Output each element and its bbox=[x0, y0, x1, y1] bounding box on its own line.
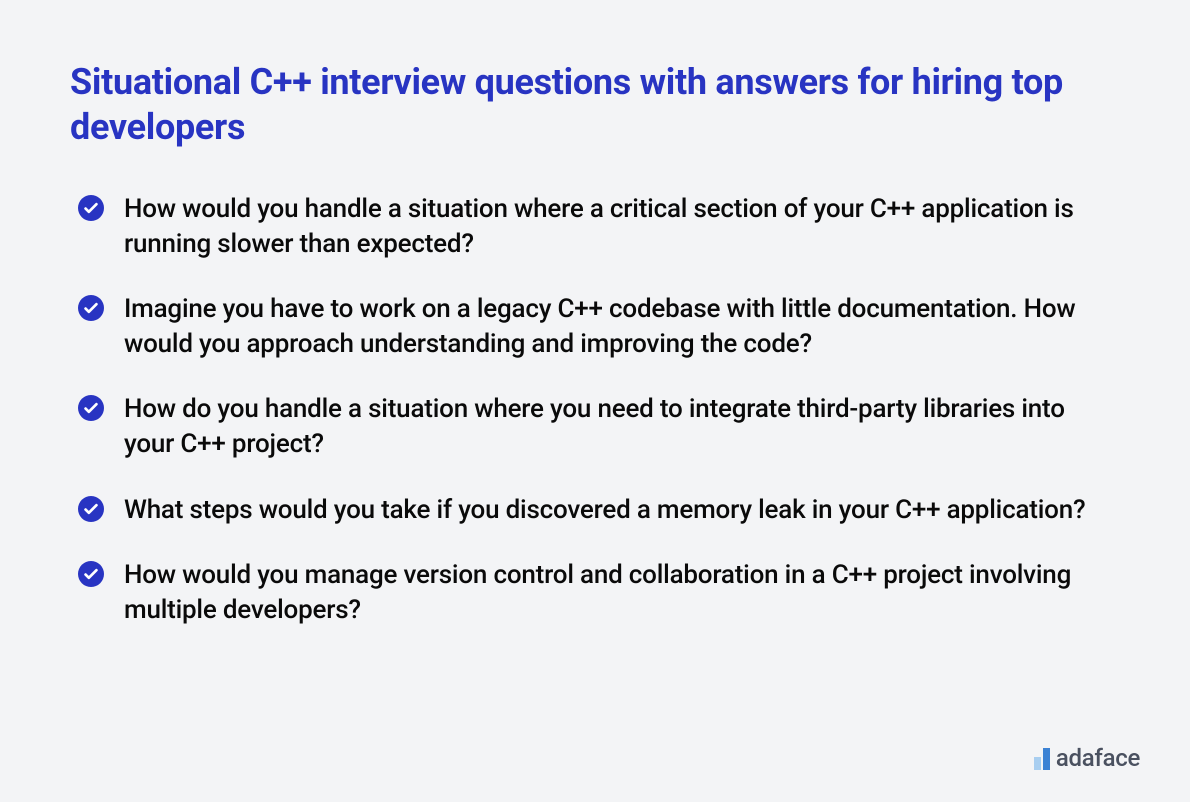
brand-logo: adaface bbox=[1034, 746, 1140, 770]
check-circle-icon bbox=[78, 561, 104, 587]
check-circle-icon bbox=[78, 295, 104, 321]
list-item: How would you manage version control and… bbox=[78, 558, 1120, 628]
list-item: What steps would you take if you discove… bbox=[78, 493, 1120, 528]
check-circle-icon bbox=[78, 395, 104, 421]
list-item: How do you handle a situation where you … bbox=[78, 392, 1120, 462]
check-circle-icon bbox=[78, 195, 104, 221]
logo-text: adaface bbox=[1056, 746, 1140, 770]
list-item: How would you handle a situation where a… bbox=[78, 192, 1120, 262]
question-text: How would you manage version control and… bbox=[124, 558, 1120, 628]
page-heading: Situational C++ interview questions with… bbox=[70, 60, 1120, 150]
question-text: Imagine you have to work on a legacy C++… bbox=[124, 292, 1120, 362]
question-text: How do you handle a situation where you … bbox=[124, 392, 1120, 462]
question-text: How would you handle a situation where a… bbox=[124, 192, 1120, 262]
logo-bars-icon bbox=[1034, 748, 1050, 770]
check-circle-icon bbox=[78, 496, 104, 522]
question-list: How would you handle a situation where a… bbox=[70, 192, 1120, 628]
question-text: What steps would you take if you discove… bbox=[124, 493, 1085, 528]
list-item: Imagine you have to work on a legacy C++… bbox=[78, 292, 1120, 362]
